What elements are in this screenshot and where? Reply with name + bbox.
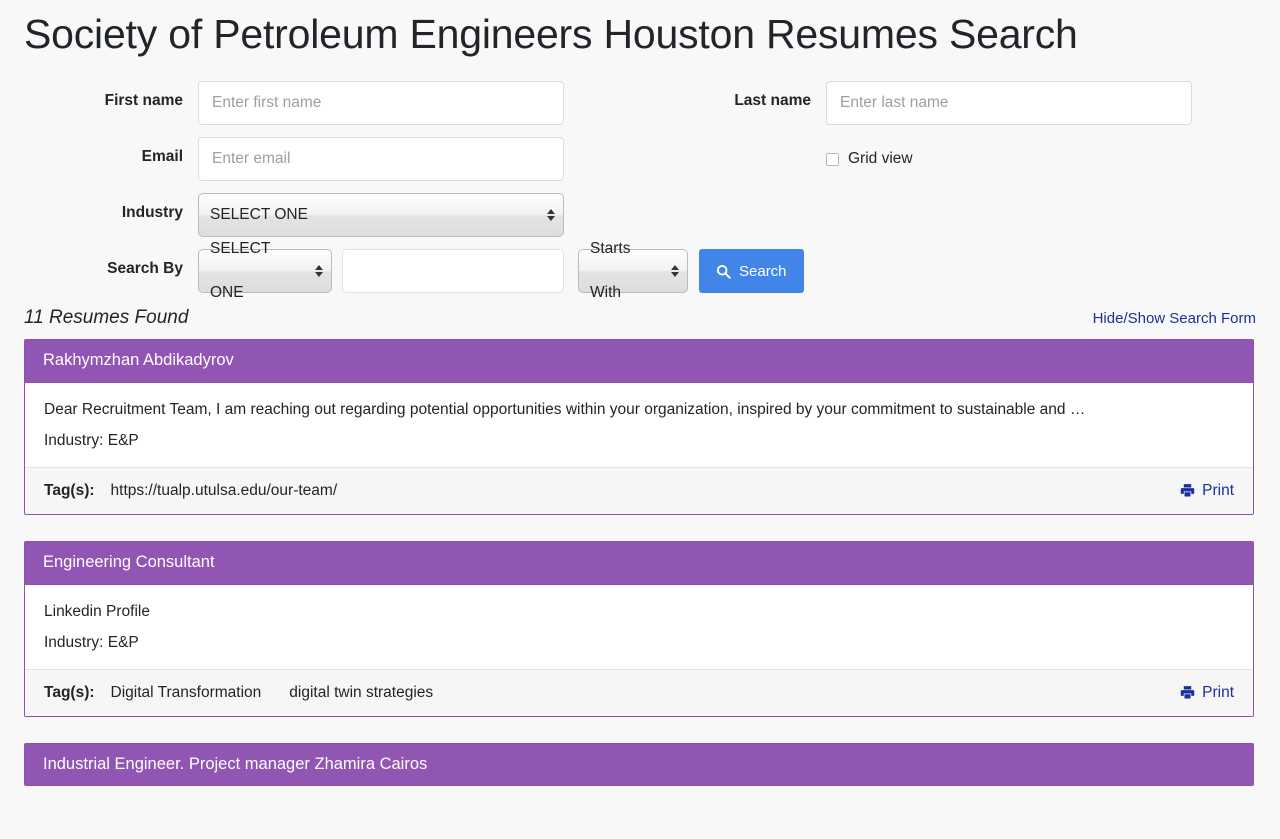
resume-card-body: Linkedin Profile Industry: E&P bbox=[25, 583, 1253, 669]
resume-card-title: Engineering Consultant bbox=[25, 541, 1253, 584]
select-arrows-icon bbox=[671, 265, 679, 278]
toggle-search-form-link[interactable]: Hide/Show Search Form bbox=[1093, 310, 1256, 329]
resume-card-title: Rakhymzhan Abdikadyrov bbox=[25, 340, 1253, 382]
tags-label: Tag(s): bbox=[44, 683, 95, 701]
resume-card-industry: Industry: E&P bbox=[44, 432, 139, 450]
form-row-search-by: Search By SELECT ONE Starts With Search bbox=[24, 240, 1256, 301]
page-root: Society of Petroleum Engineers Houston R… bbox=[0, 10, 1280, 787]
select-arrows-icon bbox=[547, 209, 555, 222]
print-label: Print bbox=[1202, 481, 1234, 499]
search-mode-select[interactable]: Starts With bbox=[578, 240, 688, 301]
search-by-field-value: SELECT ONE bbox=[210, 240, 271, 302]
form-row-email: Email Grid view bbox=[24, 137, 1256, 182]
search-term-input[interactable] bbox=[342, 249, 564, 294]
industry-label: Industry bbox=[121, 204, 183, 222]
first-name-label: First name bbox=[104, 92, 183, 110]
tags-group: Tag(s): Digital Transformation digital twi… bbox=[44, 684, 461, 702]
email-label: Email bbox=[141, 148, 183, 166]
resume-card-title: Industrial Engineer. Project manager Zha… bbox=[25, 743, 1253, 786]
form-row-names: First name Last name bbox=[24, 81, 1256, 126]
tags-group: Tag(s): https://tualp.utulsa.edu/our-team… bbox=[44, 482, 365, 500]
industry-group: Industry SELECT ONE bbox=[24, 193, 616, 238]
tag-item[interactable]: digital twin strategies bbox=[289, 684, 433, 702]
first-name-group: First name bbox=[24, 81, 616, 126]
tags-label: Tag(s): bbox=[44, 481, 95, 499]
results-list: Rakhymzhan Abdikadyrov Dear Recruitment T… bbox=[24, 339, 1256, 787]
resume-card-industry: Industry: E&P bbox=[44, 634, 139, 652]
search-mode-value: Starts With bbox=[590, 240, 631, 302]
printer-icon bbox=[1180, 685, 1195, 700]
print-link[interactable]: Print bbox=[1180, 684, 1234, 702]
resume-card-description: Linkedin Profile bbox=[44, 602, 150, 620]
resume-card-body: Dear Recruitment Team, I am reaching out… bbox=[25, 381, 1253, 467]
search-by-label: Search By bbox=[107, 260, 183, 278]
search-button-label: Search bbox=[739, 262, 787, 280]
print-label: Print bbox=[1202, 683, 1234, 701]
tag-item[interactable]: Digital Transformation bbox=[111, 684, 262, 702]
printer-icon bbox=[1180, 483, 1195, 498]
grid-view-checkbox[interactable] bbox=[826, 152, 839, 166]
resume-card: Rakhymzhan Abdikadyrov Dear Recruitment T… bbox=[24, 339, 1254, 515]
print-link[interactable]: Print bbox=[1180, 482, 1234, 500]
last-name-input[interactable] bbox=[826, 81, 1192, 126]
last-name-group: Last name bbox=[648, 81, 1244, 126]
first-name-input[interactable] bbox=[198, 81, 564, 126]
resume-card: Engineering Consultant Linkedin Profile In… bbox=[24, 540, 1254, 717]
search-by-field-select[interactable]: SELECT ONE bbox=[198, 240, 332, 301]
email-group: Email bbox=[24, 137, 616, 182]
search-icon bbox=[716, 264, 731, 279]
resume-card: Industrial Engineer. Project manager Zha… bbox=[24, 742, 1254, 787]
resume-card-footer: Tag(s): https://tualp.utulsa.edu/our-team… bbox=[25, 466, 1253, 514]
page-title: Society of Petroleum Engineers Houston R… bbox=[24, 11, 1078, 57]
results-count: 11 Resumes Found bbox=[24, 307, 189, 329]
last-name-label: Last name bbox=[734, 92, 811, 110]
grid-view-group: Grid view bbox=[648, 137, 1244, 181]
tag-item[interactable]: https://tualp.utulsa.edu/our-team/ bbox=[111, 482, 338, 500]
resume-card-description: Dear Recruitment Team, I am reaching out… bbox=[44, 400, 1086, 418]
search-button[interactable]: Search bbox=[699, 249, 804, 294]
search-form: First name Last name Email Grid view bbox=[24, 81, 1256, 301]
email-input[interactable] bbox=[198, 137, 564, 182]
grid-view-row: Grid view bbox=[826, 137, 913, 181]
resume-card-footer: Tag(s): Digital Transformation digital twi… bbox=[25, 668, 1253, 716]
grid-view-label[interactable]: Grid view bbox=[848, 150, 913, 168]
select-arrows-icon bbox=[315, 265, 323, 278]
